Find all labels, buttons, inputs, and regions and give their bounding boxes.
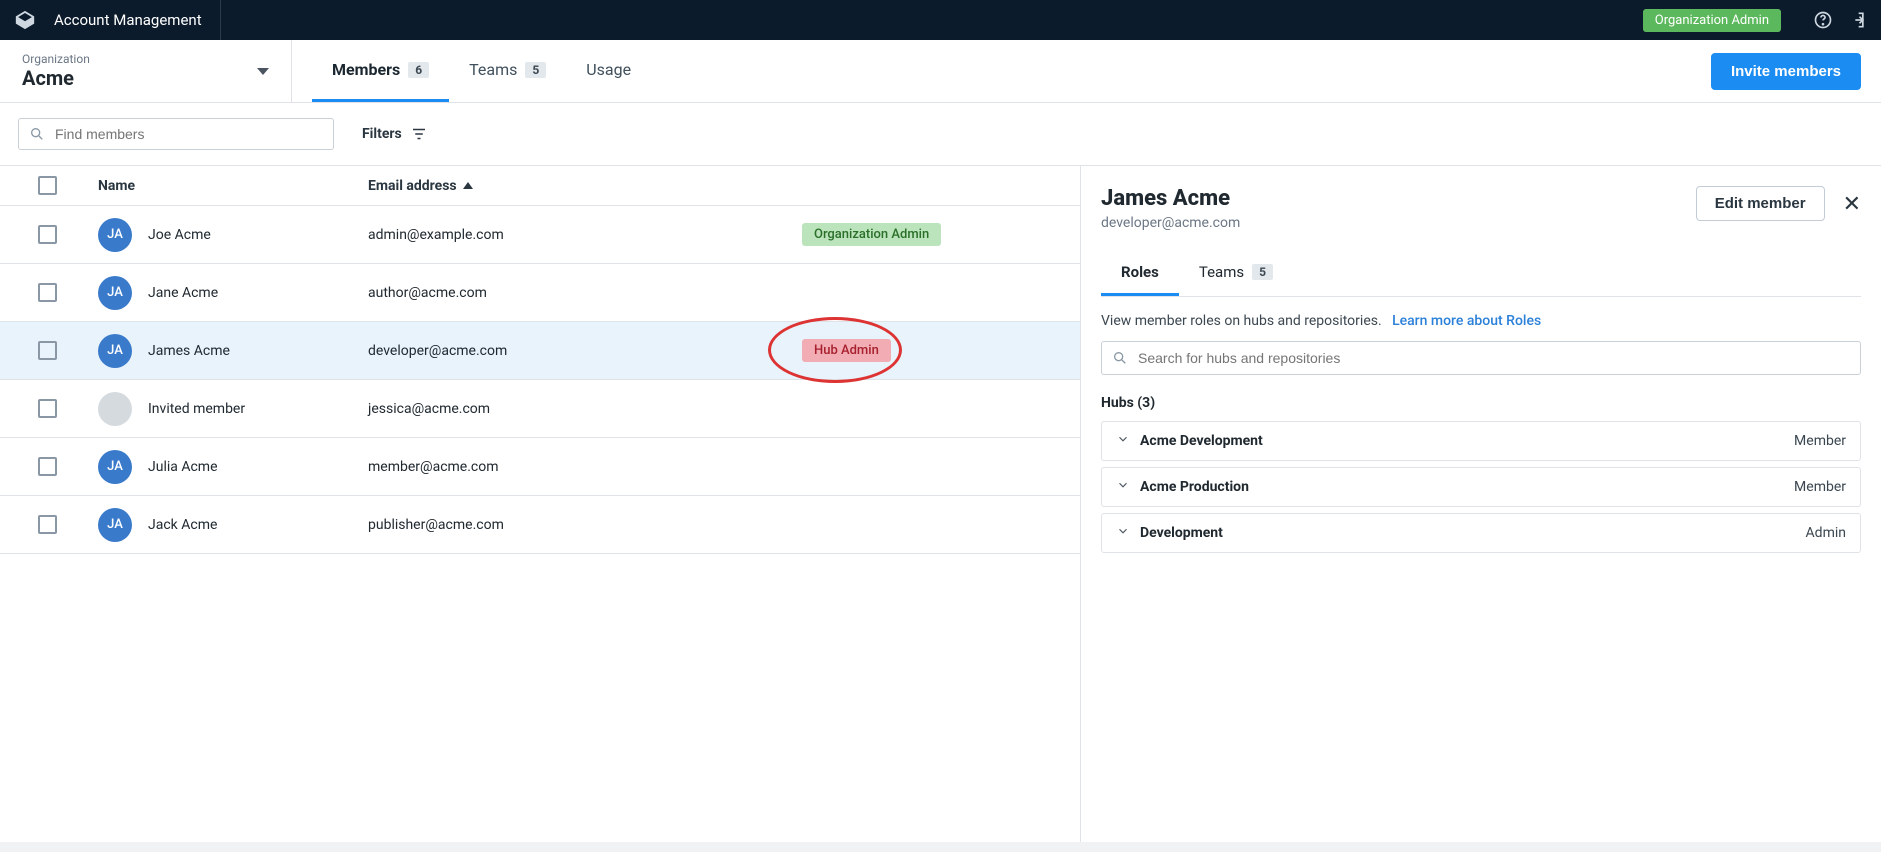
table-row[interactable]: JA Joe Acme admin@example.com Organizatio…	[0, 206, 1080, 264]
detail-name: James Acme	[1101, 186, 1240, 211]
member-email: publisher@acme.com	[368, 517, 802, 533]
members-search-input[interactable]	[53, 125, 323, 143]
member-email: admin@example.com	[368, 227, 802, 243]
sub-nav: Organization Acme Members 6 Teams 5 Usag…	[0, 40, 1881, 102]
row-checkbox[interactable]	[38, 399, 57, 418]
detail-tab-teams[interactable]: Teams 5	[1179, 251, 1293, 296]
horizontal-scrollbar[interactable]	[0, 842, 1881, 852]
org-admin-pill: Organization Admin	[1643, 9, 1781, 32]
roles-info: View member roles on hubs and repositori…	[1101, 313, 1861, 329]
filter-row: Filters	[0, 102, 1881, 166]
avatar	[98, 392, 132, 426]
table-header-row: Name Email address	[0, 166, 1080, 206]
hub-search-input[interactable]	[1136, 349, 1850, 367]
select-all-checkbox[interactable]	[38, 176, 57, 195]
org-selector-name: Acme	[22, 66, 90, 90]
tab-label: Usage	[586, 60, 631, 79]
app-title: Account Management	[36, 0, 221, 40]
member-name: Julia Acme	[148, 459, 218, 475]
org-selector[interactable]: Organization Acme	[0, 40, 292, 102]
tab-label: Teams	[469, 60, 517, 79]
tab-label: Members	[332, 60, 400, 79]
hub-role: Member	[1794, 479, 1846, 495]
chevron-down-icon	[1116, 524, 1130, 542]
member-email: author@acme.com	[368, 285, 802, 301]
exit-icon[interactable]	[1847, 10, 1867, 30]
row-checkbox[interactable]	[38, 515, 57, 534]
table-row[interactable]: JA James Acme developer@acme.com Hub Admi…	[0, 322, 1080, 380]
members-search[interactable]	[18, 118, 334, 150]
top-header: Account Management Organization Admin	[0, 0, 1881, 40]
sort-ascending-icon	[463, 182, 473, 189]
hub-name: Development	[1140, 525, 1223, 541]
row-checkbox[interactable]	[38, 225, 57, 244]
hub-name: Acme Production	[1140, 479, 1249, 495]
member-detail-panel: James Acme developer@acme.com Edit membe…	[1081, 166, 1881, 852]
help-icon[interactable]	[1813, 10, 1833, 30]
table-row[interactable]: JA Jack Acme publisher@acme.com	[0, 496, 1080, 554]
hub-name: Acme Development	[1140, 433, 1263, 449]
close-icon[interactable]: ✕	[1843, 186, 1861, 217]
org-selector-label: Organization	[22, 52, 90, 66]
tab-usage[interactable]: Usage	[566, 40, 651, 102]
avatar: JA	[98, 276, 132, 310]
brand-icon	[14, 9, 36, 31]
role-pill: Hub Admin	[802, 339, 891, 362]
row-checkbox[interactable]	[38, 283, 57, 302]
avatar: JA	[98, 218, 132, 252]
chevron-down-icon	[257, 68, 269, 75]
col-email[interactable]: Email address	[368, 178, 802, 194]
detail-email: developer@acme.com	[1101, 215, 1240, 231]
table-row[interactable]: JA Jane Acme author@acme.com	[0, 264, 1080, 322]
chevron-down-icon	[1116, 432, 1130, 450]
main-tabs: Members 6 Teams 5 Usage	[292, 40, 1711, 102]
col-name[interactable]: Name	[98, 178, 368, 194]
tab-teams[interactable]: Teams 5	[449, 40, 566, 102]
filters-label: Filters	[362, 126, 402, 142]
tab-count: 5	[525, 62, 546, 78]
hub-role: Admin	[1806, 525, 1846, 541]
member-email: member@acme.com	[368, 459, 802, 475]
hub-role: Member	[1794, 433, 1846, 449]
search-icon	[1112, 350, 1128, 366]
row-checkbox[interactable]	[38, 341, 57, 360]
hubs-heading: Hubs (3)	[1101, 395, 1861, 411]
invite-members-button[interactable]: Invite members	[1711, 53, 1861, 90]
avatar: JA	[98, 508, 132, 542]
avatar: JA	[98, 450, 132, 484]
row-checkbox[interactable]	[38, 457, 57, 476]
learn-more-link[interactable]: Learn more about Roles	[1392, 313, 1541, 329]
tab-members[interactable]: Members 6	[312, 40, 449, 102]
hub-row[interactable]: Acme Development Member	[1101, 421, 1861, 461]
search-icon	[29, 126, 45, 142]
table-row[interactable]: JA Julia Acme member@acme.com	[0, 438, 1080, 496]
chevron-down-icon	[1116, 478, 1130, 496]
member-name: Jack Acme	[148, 517, 217, 533]
member-name: Invited member	[148, 401, 245, 417]
hub-row[interactable]: Acme Production Member	[1101, 467, 1861, 507]
avatar: JA	[98, 334, 132, 368]
member-email: developer@acme.com	[368, 343, 802, 359]
tab-count: 6	[408, 62, 429, 78]
filters-button[interactable]: Filters	[362, 125, 428, 143]
filter-icon	[410, 125, 428, 143]
member-name: Joe Acme	[148, 227, 211, 243]
hub-row[interactable]: Development Admin	[1101, 513, 1861, 553]
member-name: James Acme	[148, 343, 230, 359]
role-pill: Organization Admin	[802, 223, 941, 246]
detail-tabs: Roles Teams 5	[1101, 251, 1861, 297]
detail-tab-roles[interactable]: Roles	[1101, 251, 1179, 296]
member-name: Jane Acme	[148, 285, 218, 301]
edit-member-button[interactable]: Edit member	[1696, 186, 1825, 221]
members-table: Name Email address JA Joe Acme admin@exam…	[0, 166, 1081, 852]
member-email: jessica@acme.com	[368, 401, 802, 417]
hub-search[interactable]	[1101, 341, 1861, 375]
table-row[interactable]: Invited member jessica@acme.com	[0, 380, 1080, 438]
